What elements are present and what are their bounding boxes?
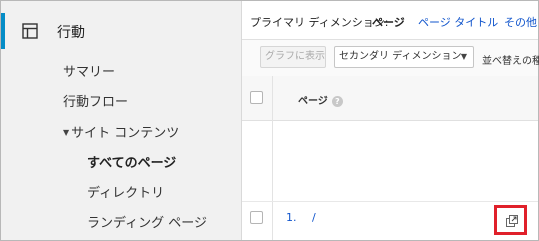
table-header: ページ? [242,76,538,121]
table-row: 1. / [242,201,538,235]
table-toolbar: グラフに表示 セカンダリ ディメンション ▼ 並べ替えの種 [242,39,539,77]
active-section-indicator [1,13,5,49]
open-external-icon[interactable] [506,215,518,227]
report-main: プライマリ ディメンション: ページ ページ タイトル その他 グラフに表示 セ… [242,1,539,240]
column-header-page[interactable]: ページ? [298,92,343,107]
layout-panel-icon [22,23,38,39]
sidebar-item-behavior-flow[interactable]: 行動フロー [63,91,128,110]
primary-dimension-bar: プライマリ ディメンション: ページ ページ タイトル その他 [242,1,538,39]
sort-type-label: 並べ替えの種 [482,56,539,67]
caret-down-icon: ▼ [63,128,70,137]
dropdown-arrow-icon: ▼ [460,52,467,61]
sidebar-item-site-content[interactable]: ▼ サイト コンテンツ [63,122,179,141]
column-header-label: ページ [298,96,328,107]
dimension-page-active[interactable]: ページ [372,14,405,30]
row-page-link[interactable]: / [312,211,316,224]
primary-dimension-label: プライマリ ディメンション: [250,16,389,29]
row-index: 1. [286,211,297,224]
sidebar-item-all-pages[interactable]: すべてのページ [87,152,176,171]
dimension-page-title-link[interactable]: ページ タイトル [418,14,498,30]
secondary-dimension-dropdown[interactable]: セカンダリ ディメンション ▼ [334,46,474,68]
sidebar: 行動 サマリー 行動フロー ▼ サイト コンテンツ すべてのページ ディレクトリ … [1,1,242,240]
secondary-dimension-label: セカンダリ ディメンション [339,51,462,62]
row-checkbox[interactable] [250,211,263,224]
select-all-checkbox[interactable] [250,91,263,104]
help-icon[interactable]: ? [331,96,343,107]
sidebar-item-directory[interactable]: ディレクトリ [87,182,164,201]
sidebar-item-landing-pages[interactable]: ランディング ページ [87,212,207,231]
highlight-box [494,205,527,235]
section-title-behavior[interactable]: 行動 [57,22,85,42]
sidebar-item-label: サイト コンテンツ [71,126,180,141]
dimension-other-link[interactable]: その他 [504,14,537,30]
sidebar-item-summary[interactable]: サマリー [63,61,115,80]
plot-rows-button[interactable]: グラフに表示 [260,46,326,68]
